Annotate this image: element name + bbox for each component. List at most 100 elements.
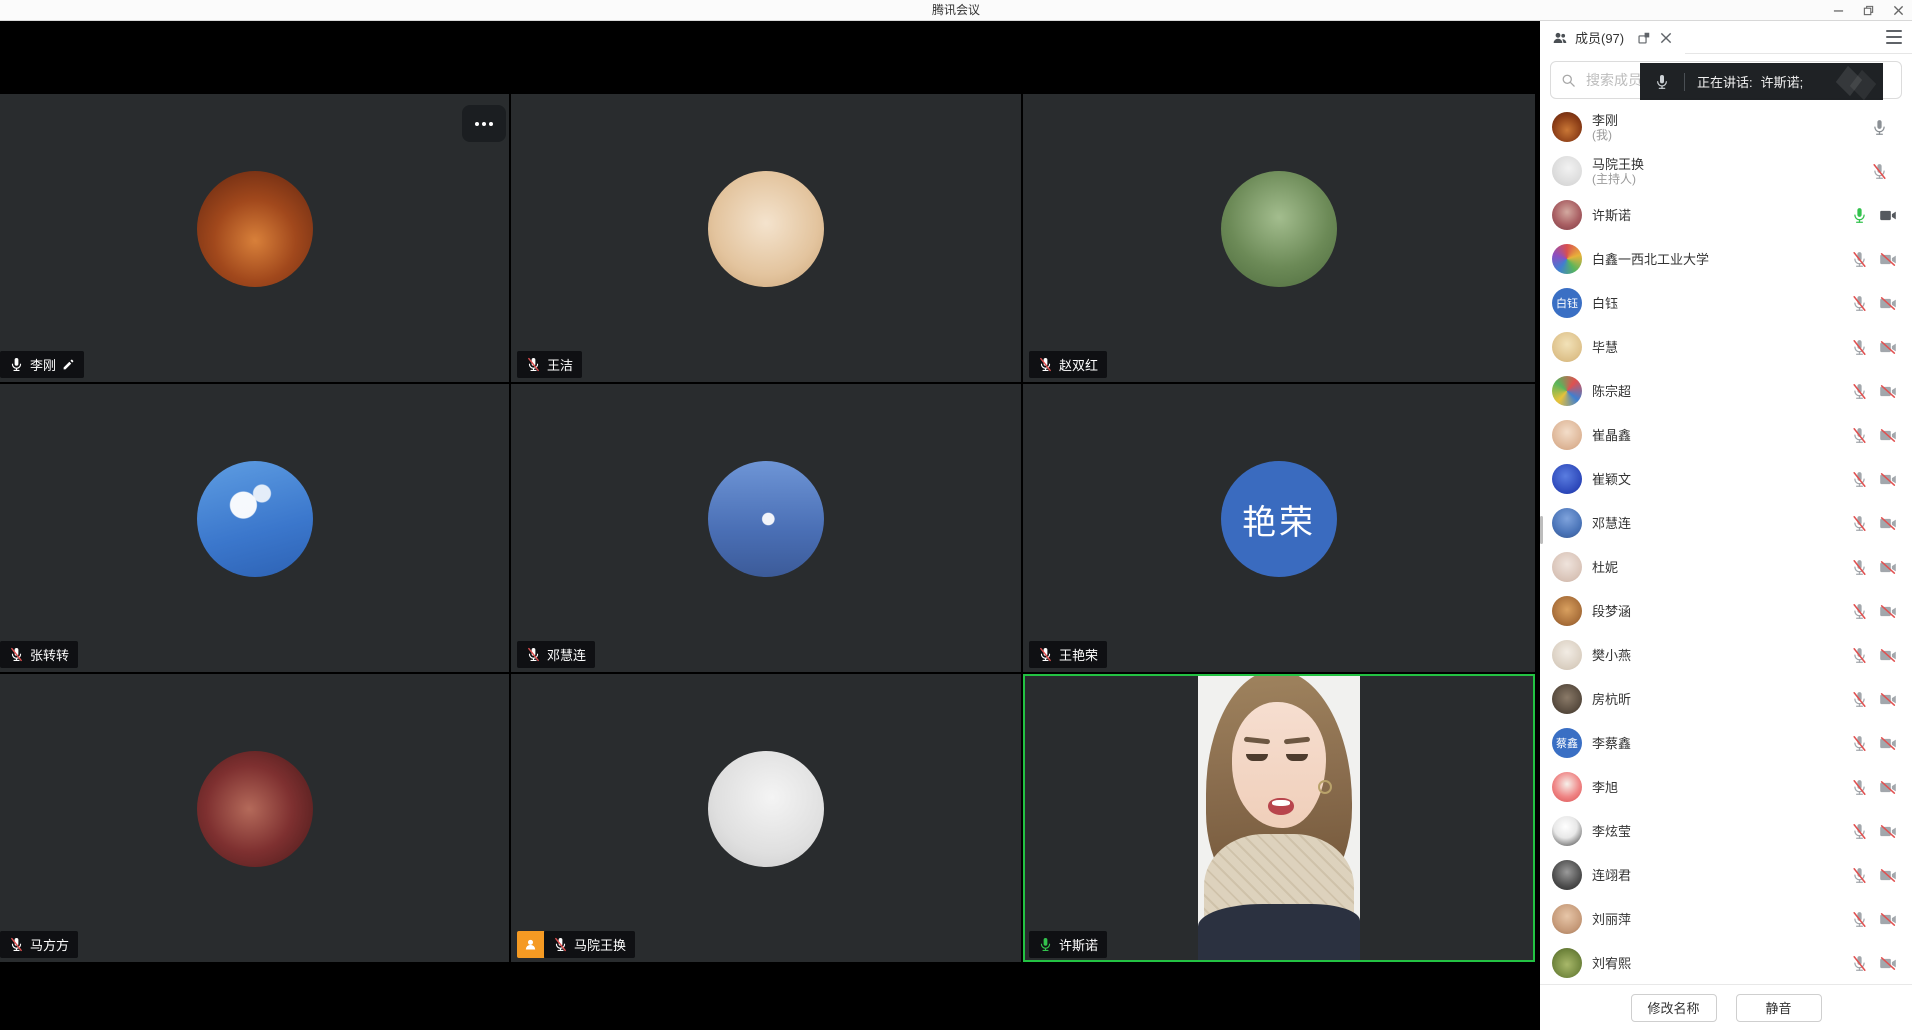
camera-icon [1878, 603, 1898, 620]
member-mic-button[interactable] [1851, 911, 1868, 928]
member-camera-button[interactable] [1878, 251, 1898, 268]
member-status-icons [1851, 955, 1898, 972]
member-mic-button[interactable] [1851, 955, 1868, 972]
member-mic-button[interactable] [1851, 207, 1868, 224]
member-mic-button[interactable] [1851, 383, 1868, 400]
member-row[interactable]: 崔晶鑫 [1540, 413, 1912, 457]
video-tile[interactable]: 王洁 [511, 94, 1021, 382]
video-tile[interactable]: 李刚 [0, 94, 509, 382]
member-camera-button[interactable] [1878, 911, 1898, 928]
member-camera-button[interactable] [1878, 603, 1898, 620]
members-panel: 成员(97) [1540, 21, 1912, 1030]
member-mic-button[interactable] [1851, 823, 1868, 840]
member-name: 陈宗超 [1592, 384, 1851, 399]
tile-label-row: 李刚 [0, 351, 84, 378]
member-status-icons [1851, 911, 1898, 928]
member-row[interactable]: 毕慧 [1540, 325, 1912, 369]
member-mic-button[interactable] [1851, 735, 1868, 752]
rename-button[interactable]: 修改名称 [1631, 994, 1717, 1022]
member-row[interactable]: 樊小燕 [1540, 633, 1912, 677]
close-panel-icon[interactable] [1659, 31, 1673, 45]
member-camera-button[interactable] [1878, 295, 1898, 312]
member-status-icons [1851, 207, 1898, 224]
member-camera-button[interactable] [1878, 427, 1898, 444]
video-tile[interactable]: 马方方 [0, 674, 509, 962]
member-row[interactable]: 白鑫一西北工业大学 [1540, 237, 1912, 281]
tile-name-label-pill: 马方方 [0, 931, 78, 958]
popout-panel-icon[interactable] [1637, 31, 1651, 45]
search-icon [1561, 73, 1576, 88]
member-camera-button[interactable] [1878, 823, 1898, 840]
member-camera-button[interactable] [1878, 207, 1898, 224]
camera-icon [1878, 383, 1898, 400]
video-tile[interactable]: 许斯诺 [1023, 674, 1535, 962]
member-mic-button[interactable] [1851, 691, 1868, 708]
tile-more-button[interactable] [462, 105, 506, 142]
member-name: 邓慧连 [1592, 516, 1851, 531]
video-tile[interactable]: 张转转 [0, 384, 509, 672]
member-camera-button[interactable] [1878, 691, 1898, 708]
video-tile[interactable]: 艳荣 王艳荣 [1023, 384, 1535, 672]
member-text: 段梦涵 [1592, 604, 1851, 619]
members-icon [1552, 30, 1568, 46]
member-row[interactable]: 邓慧连 [1540, 501, 1912, 545]
member-row[interactable]: 李旭 [1540, 765, 1912, 809]
member-row[interactable]: 陈宗超 [1540, 369, 1912, 413]
panel-resize-handle[interactable] [1540, 516, 1543, 544]
member-row[interactable]: 蔡鑫 李蔡鑫 [1540, 721, 1912, 765]
member-mic-button[interactable] [1851, 559, 1868, 576]
member-mic-button[interactable] [1851, 251, 1868, 268]
member-mic-button[interactable] [1851, 515, 1868, 532]
member-camera-button[interactable] [1878, 559, 1898, 576]
member-row[interactable]: 刘宥熙 [1540, 941, 1912, 985]
tile-avatar-text: 艳荣 [1242, 495, 1316, 544]
member-row[interactable]: 白钰 白钰 [1540, 281, 1912, 325]
member-mic-button[interactable] [1851, 647, 1868, 664]
mute-button[interactable]: 静音 [1736, 994, 1822, 1022]
member-row[interactable]: 李炫莹 [1540, 809, 1912, 853]
member-mic-button[interactable] [1851, 295, 1868, 312]
member-mic-button[interactable] [1851, 779, 1868, 796]
member-camera-button[interactable] [1878, 471, 1898, 488]
video-tile[interactable]: 邓慧连 [511, 384, 1021, 672]
member-row[interactable]: 崔颖文 [1540, 457, 1912, 501]
member-camera-button[interactable] [1878, 867, 1898, 884]
member-row[interactable]: 房杭昕 [1540, 677, 1912, 721]
member-row[interactable]: 李刚 (我) [1540, 105, 1912, 149]
member-row[interactable]: 许斯诺 [1540, 193, 1912, 237]
tab-members[interactable]: 成员(97) [1540, 21, 1685, 54]
member-mic-button[interactable] [1851, 339, 1868, 356]
member-row[interactable]: 马院王换 (主持人) [1540, 149, 1912, 193]
panel-menu-icon[interactable] [1886, 30, 1902, 44]
member-camera-button[interactable] [1878, 955, 1898, 972]
mic-icon [1851, 251, 1868, 268]
close-window-button[interactable] [1892, 4, 1904, 16]
member-camera-button[interactable] [1878, 515, 1898, 532]
host-badge-icon [517, 931, 544, 958]
member-row[interactable]: 杜妮 [1540, 545, 1912, 589]
member-camera-button[interactable] [1878, 383, 1898, 400]
video-tile[interactable]: 马院王换 [511, 674, 1021, 962]
member-name: 马院王换 [1592, 157, 1871, 172]
member-camera-button[interactable] [1878, 735, 1898, 752]
video-tile[interactable]: 赵双红 [1023, 94, 1535, 382]
member-mic-button[interactable] [1871, 163, 1888, 180]
restore-button[interactable] [1862, 4, 1874, 16]
member-camera-button[interactable] [1878, 339, 1898, 356]
member-mic-button[interactable] [1851, 603, 1868, 620]
tile-label-row: 王艳荣 [1029, 641, 1107, 668]
minimize-button[interactable] [1832, 4, 1844, 16]
member-mic-button[interactable] [1851, 471, 1868, 488]
member-camera-button[interactable] [1878, 779, 1898, 796]
member-mic-button[interactable] [1851, 427, 1868, 444]
tile-mic-slot [9, 357, 24, 372]
edit-name-icon[interactable] [62, 358, 75, 371]
member-text: 李炫莹 [1592, 824, 1851, 839]
member-row[interactable]: 连翊君 [1540, 853, 1912, 897]
member-camera-button[interactable] [1878, 647, 1898, 664]
tile-name-label-pill: 王艳荣 [1029, 641, 1107, 668]
member-row[interactable]: 刘丽萍 [1540, 897, 1912, 941]
member-row[interactable]: 段梦涵 [1540, 589, 1912, 633]
member-mic-button[interactable] [1851, 867, 1868, 884]
member-mic-button[interactable] [1871, 119, 1888, 136]
